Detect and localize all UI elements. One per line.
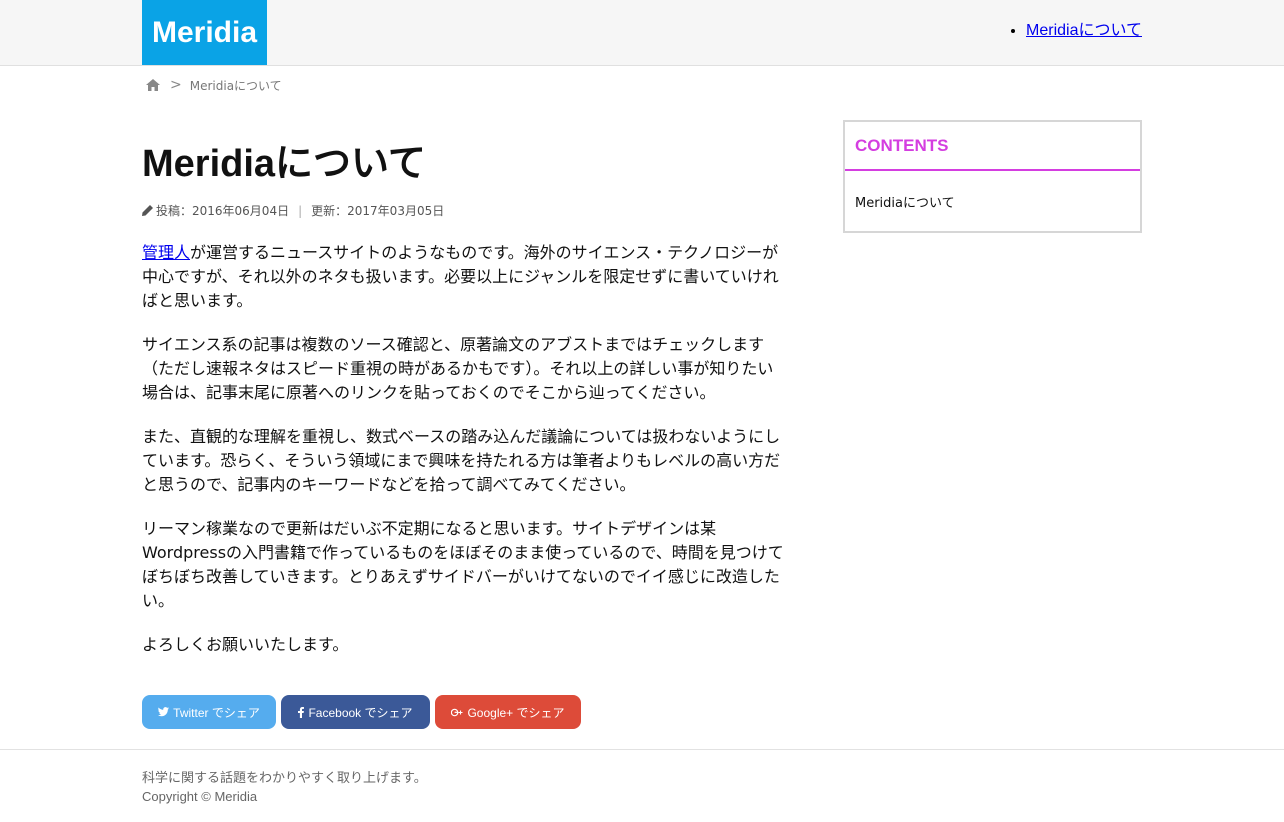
main-nav: Meridiaについて (1008, 16, 1142, 40)
facebook-icon (298, 706, 305, 718)
twitter-share-button[interactable]: Twitter でシェア (142, 695, 276, 729)
paragraph-3: また、直観的な理解を重視し、数式ベースの踏み込んだ議論については扱わないようにし… (142, 427, 781, 494)
twitter-share-label: Twitter でシェア (173, 705, 260, 720)
page-title: Meridiaについて (142, 143, 426, 185)
footer-copyright: Copyright © Meridia (142, 789, 258, 804)
pencil-icon (142, 205, 153, 216)
post-meta: 投稿：2016年06月04日 | 更新：2017年03月05日 (142, 202, 786, 219)
twitter-icon (158, 707, 170, 717)
breadcrumb: > Meridiaについて (146, 75, 282, 95)
site-footer: 科学に関する話題をわかりやすく取り上げます。 Copyright © Merid… (0, 749, 1284, 822)
posted-date: 投稿：2016年06月04日 (156, 204, 290, 218)
nav-item-about: Meridiaについて (1026, 16, 1142, 40)
sidebar-title: CONTENTS (845, 122, 1140, 171)
facebook-share-label: Facebook でシェア (308, 705, 413, 720)
article: Meridiaについて 投稿：2016年06月04日 | 更新：2017年03月… (142, 140, 786, 677)
site-header: Meridia Meridiaについて (0, 0, 1284, 66)
breadcrumb-current: Meridiaについて (189, 78, 282, 93)
admin-link[interactable]: 管理人 (142, 243, 190, 262)
paragraph-1-text: が運営するニュースサイトのようなものです。海外のサイエンス・テクノロジーが中心で… (142, 243, 779, 310)
sidebar-item-about[interactable]: Meridiaについて (845, 171, 1140, 211)
meta-divider: | (298, 203, 303, 218)
footer-description: 科学に関する話題をわかりやすく取り上げます。 (142, 770, 427, 785)
article-body: 管理人が運営するニュースサイトのようなものです。海外のサイエンス・テクノロジーが… (142, 241, 786, 657)
google-plus-share-label: Google+ でシェア (467, 705, 565, 720)
paragraph-1: 管理人が運営するニュースサイトのようなものです。海外のサイエンス・テクノロジーが… (142, 241, 786, 313)
breadcrumb-separator: > (170, 77, 182, 93)
facebook-share-button[interactable]: Facebook でシェア (281, 695, 430, 729)
sidebar-contents: CONTENTS Meridiaについて (843, 120, 1142, 233)
google-plus-share-button[interactable]: Google+ でシェア (435, 695, 581, 729)
paragraph-4: リーマン稼業なので更新はだいぶ不定期になると思います。サイトデザインは某Word… (142, 519, 784, 610)
updated-date: 更新：2017年03月05日 (311, 204, 445, 218)
site-logo[interactable]: Meridia (142, 0, 267, 65)
home-icon[interactable] (146, 79, 160, 91)
nav-link-about[interactable]: Meridiaについて (1026, 22, 1142, 39)
share-buttons: Twitter でシェア Facebook でシェア Google+ でシェア (142, 695, 581, 729)
paragraph-5: よろしくお願いいたします。 (142, 635, 349, 654)
google-plus-icon (451, 708, 463, 716)
paragraph-2: サイエンス系の記事は複数のソース確認と、原著論文のアブストまではチェックします（… (142, 335, 774, 402)
